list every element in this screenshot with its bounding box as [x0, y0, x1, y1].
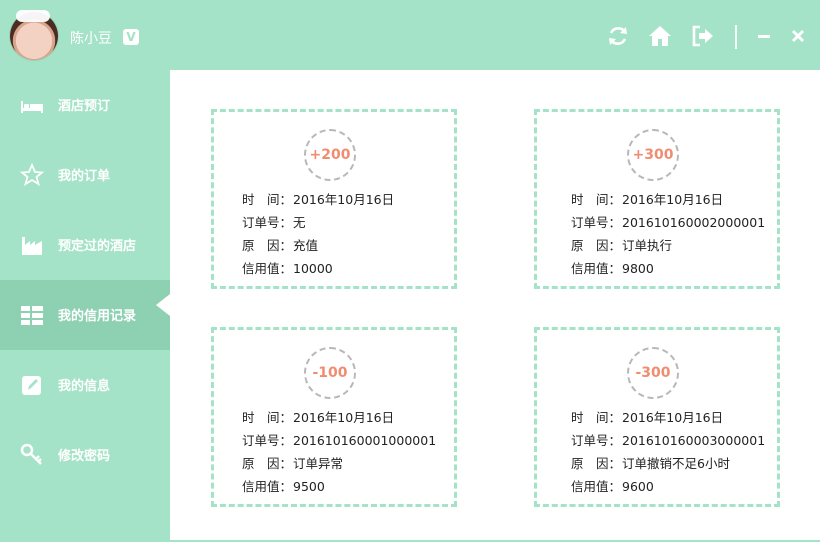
sidebar-item-hotel-booking[interactable]: 酒店预订 [0, 70, 170, 140]
title-bar: 陈小豆 V [0, 0, 820, 70]
factory-icon [22, 237, 42, 255]
record-credit: 信用值：10000 [242, 261, 333, 276]
sidebar-item-credit-records[interactable]: 我的信用记录 [0, 280, 170, 350]
sidebar-item-change-password[interactable]: 修改密码 [0, 420, 170, 490]
sidebar-item-my-orders[interactable]: 我的订单 [0, 140, 170, 210]
record-credit: 信用值：9500 [242, 479, 325, 494]
record-order: 订单号：201610160001000001 [242, 433, 437, 448]
record-order: 订单号：无 [242, 215, 306, 230]
credit-record-card: +300 时 间：2016年10月16日 订单号：201610160002000… [534, 109, 780, 289]
key-icon [20, 443, 42, 465]
bed-icon [21, 101, 43, 113]
sidebar-item-label: 我的信息 [58, 379, 111, 394]
record-reason: 原 因：订单执行 [571, 238, 673, 253]
credit-change-badge: +300 [627, 129, 679, 181]
logout-icon[interactable] [690, 24, 714, 48]
credit-change-badge: -100 [304, 347, 356, 399]
credit-record-card: -300 时 间：2016年10月16日 订单号：201610160003000… [534, 327, 780, 507]
sidebar-item-label: 修改密码 [58, 449, 111, 464]
sidebar-item-label: 我的信用记录 [58, 309, 137, 324]
star-icon [20, 163, 44, 186]
active-pointer [156, 294, 170, 316]
username: 陈小豆 [70, 31, 112, 47]
record-time: 时 间：2016年10月16日 [571, 410, 724, 425]
pencil-icon [22, 376, 41, 395]
credit-change-badge: -300 [627, 347, 679, 399]
record-order: 订单号：201610160002000001 [571, 215, 766, 230]
sidebar: 酒店预订 我的订单 预定过的酒店 我的信用记录 我的信息 修改密码 [0, 70, 170, 542]
sidebar-item-booked-hotels[interactable]: 预定过的酒店 [0, 210, 170, 280]
record-reason: 原 因：充值 [242, 238, 319, 253]
sidebar-item-my-info[interactable]: 我的信息 [0, 350, 170, 420]
credit-records-panel: +200 时 间：2016年10月16日 订单号：无 原 因：充值 信用值：10… [170, 70, 820, 540]
record-credit: 信用值：9600 [571, 479, 654, 494]
record-reason: 原 因：订单撤销不足6小时 [571, 456, 730, 471]
minimize-icon[interactable] [752, 24, 776, 48]
close-icon[interactable] [786, 24, 810, 48]
refresh-icon[interactable] [606, 24, 630, 48]
sidebar-item-label: 酒店预订 [58, 99, 111, 114]
sidebar-item-label: 预定过的酒店 [58, 239, 137, 254]
vip-badge: V [123, 29, 139, 45]
credit-record-card: -100 时 间：2016年10月16日 订单号：201610160001000… [211, 327, 457, 507]
record-time: 时 间：2016年10月16日 [242, 192, 395, 207]
credit-change-badge: +200 [304, 129, 356, 181]
home-icon[interactable] [648, 24, 672, 48]
sidebar-item-label: 我的订单 [58, 169, 111, 184]
record-order: 订单号：201610160003000001 [571, 433, 766, 448]
avatar[interactable] [10, 10, 58, 60]
record-reason: 原 因：订单异常 [242, 456, 344, 471]
record-credit: 信用值：9800 [571, 261, 654, 276]
header-divider [735, 25, 737, 49]
credit-record-card: +200 时 间：2016年10月16日 订单号：无 原 因：充值 信用值：10… [211, 109, 457, 289]
record-time: 时 间：2016年10月16日 [242, 410, 395, 425]
record-time: 时 间：2016年10月16日 [571, 192, 724, 207]
list-icon [21, 306, 43, 325]
